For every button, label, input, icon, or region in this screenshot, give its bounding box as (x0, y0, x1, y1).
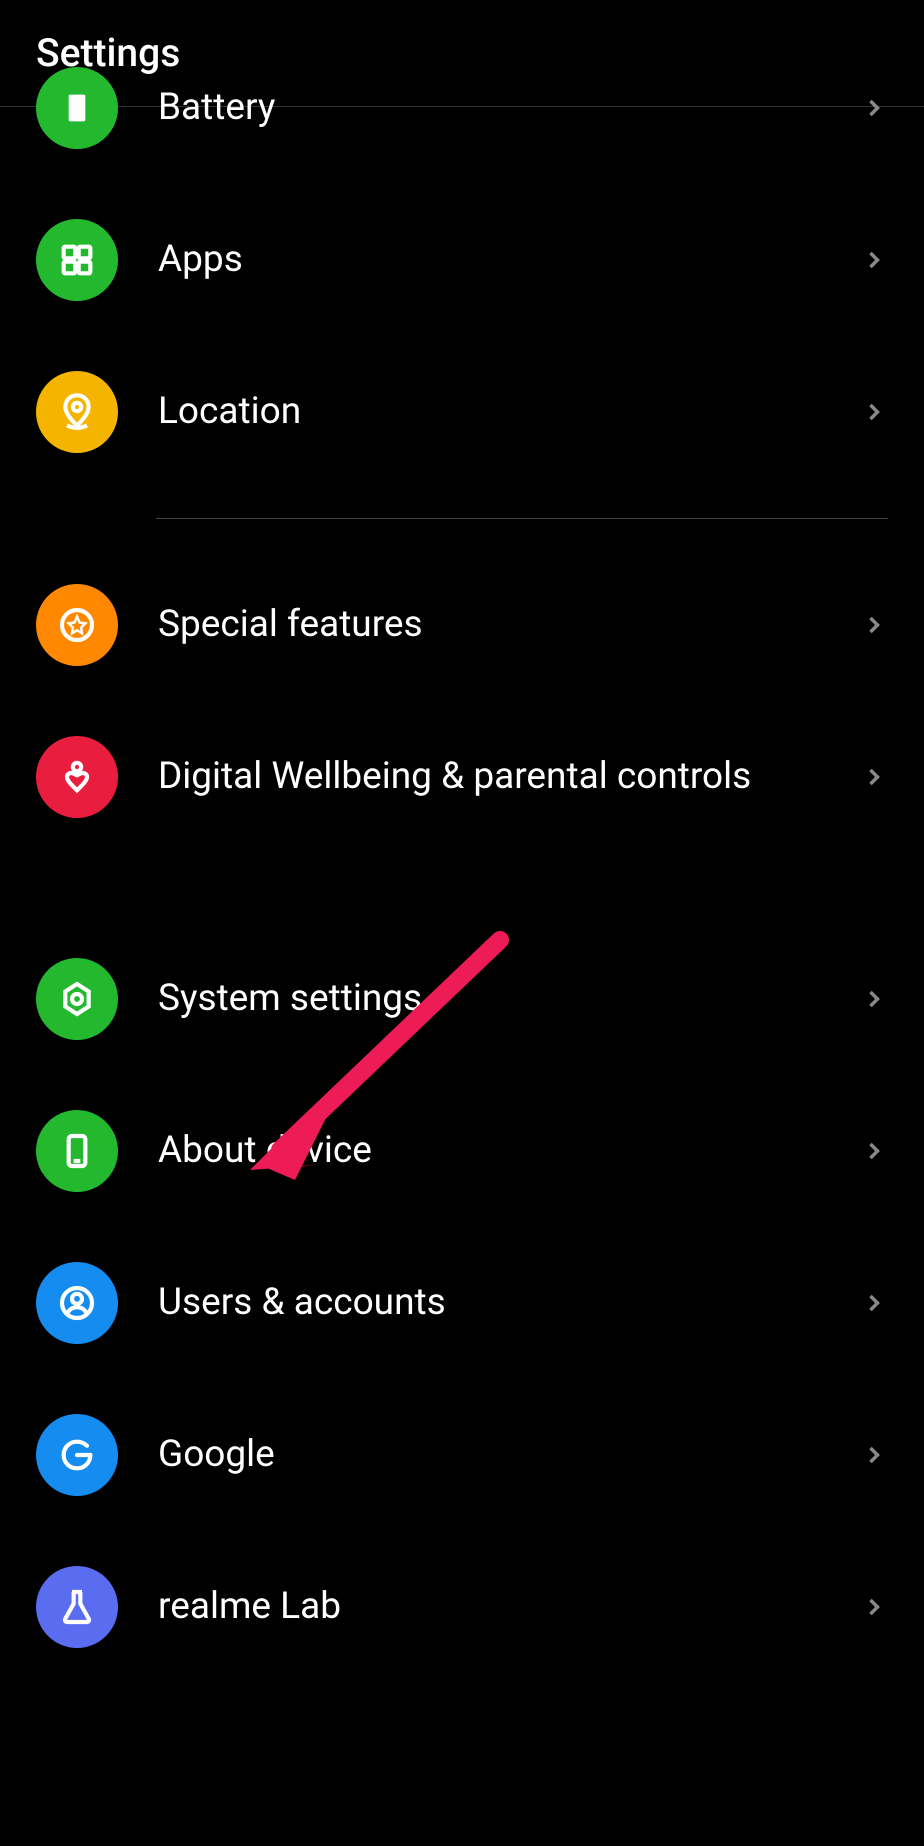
chevron-right-icon (860, 246, 888, 274)
settings-item-label: Battery (158, 84, 860, 132)
settings-item-location[interactable]: Location (36, 336, 888, 488)
settings-item-digital-wellbeing[interactable]: Digital Wellbeing & parental controls (36, 701, 888, 853)
settings-item-about-device[interactable]: About device (36, 1075, 888, 1227)
location-icon (36, 371, 118, 453)
google-icon (36, 1414, 118, 1496)
battery-icon (36, 67, 118, 149)
user-icon (36, 1262, 118, 1344)
chevron-right-icon (860, 94, 888, 122)
settings-item-label: Google (158, 1431, 860, 1479)
settings-item-special-features[interactable]: Special features (36, 549, 888, 701)
settings-item-google[interactable]: Google (36, 1379, 888, 1531)
chevron-right-icon (860, 398, 888, 426)
gear-icon (36, 958, 118, 1040)
settings-item-users-accounts[interactable]: Users & accounts (36, 1227, 888, 1379)
settings-item-label: Digital Wellbeing & parental controls (158, 753, 860, 801)
settings-item-label: realme Lab (158, 1583, 860, 1631)
settings-item-system-settings[interactable]: System settings (36, 923, 888, 1075)
group-gap (36, 853, 888, 923)
chevron-right-icon (860, 1289, 888, 1317)
lab-icon (36, 1566, 118, 1648)
settings-item-apps[interactable]: Apps (36, 184, 888, 336)
divider (156, 518, 888, 519)
chevron-right-icon (860, 985, 888, 1013)
settings-item-label: Apps (158, 236, 860, 284)
chevron-right-icon (860, 611, 888, 639)
wellbeing-icon (36, 736, 118, 818)
settings-item-realme-lab[interactable]: realme Lab (36, 1531, 888, 1683)
device-icon (36, 1110, 118, 1192)
settings-item-label: About device (158, 1127, 860, 1175)
chevron-right-icon (860, 1593, 888, 1621)
settings-list: Battery Apps Location Special features D… (0, 67, 924, 1683)
star-badge-icon (36, 584, 118, 666)
chevron-right-icon (860, 1137, 888, 1165)
settings-item-label: Users & accounts (158, 1279, 860, 1327)
apps-icon (36, 219, 118, 301)
settings-item-label: Special features (158, 601, 860, 649)
settings-item-label: Location (158, 388, 860, 436)
chevron-right-icon (860, 1441, 888, 1469)
chevron-right-icon (860, 763, 888, 791)
settings-item-label: System settings (158, 975, 860, 1023)
settings-item-battery[interactable]: Battery (36, 67, 888, 184)
